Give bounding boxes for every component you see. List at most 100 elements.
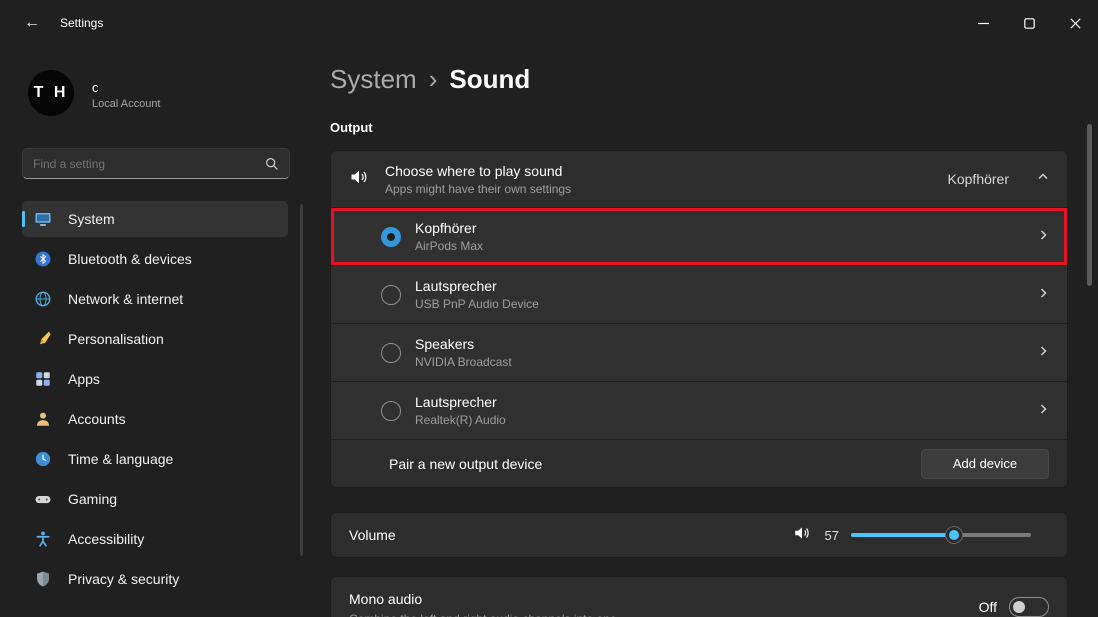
sidebar-item-label: Apps xyxy=(68,371,100,387)
sidebar-item-label: System xyxy=(68,211,115,227)
chevron-right-icon[interactable] xyxy=(1037,402,1049,420)
search-box[interactable] xyxy=(22,148,290,179)
sidebar-item-system[interactable]: System xyxy=(22,201,288,237)
sidebar-item-privacy-security[interactable]: Privacy & security xyxy=(22,561,288,597)
window-controls xyxy=(960,0,1098,46)
maximize-icon xyxy=(1024,18,1035,29)
back-button[interactable]: ← xyxy=(16,10,48,36)
minimize-button[interactable] xyxy=(960,0,1006,46)
accessibility-icon xyxy=(34,530,52,548)
mono-audio-controls: Off xyxy=(979,597,1049,617)
sidebar-item-time-language[interactable]: Time & language xyxy=(22,441,288,477)
chevron-right-icon[interactable] xyxy=(1037,228,1049,246)
radio-button[interactable] xyxy=(381,401,401,421)
device-row-speakers-nvidia[interactable]: Speakers NVIDIA Broadcast xyxy=(331,323,1067,381)
close-icon xyxy=(1070,18,1081,29)
output-card-group: Choose where to play sound Apps might ha… xyxy=(330,150,1068,488)
device-description: USB PnP Audio Device xyxy=(415,297,539,311)
device-text: Lautsprecher USB PnP Audio Device xyxy=(415,278,539,311)
breadcrumb-parent[interactable]: System xyxy=(330,64,417,95)
avatar[interactable]: T H xyxy=(28,70,74,116)
close-button[interactable] xyxy=(1052,0,1098,46)
accounts-icon xyxy=(34,410,52,428)
sidebar-item-label: Network & internet xyxy=(68,291,183,307)
device-description: AirPods Max xyxy=(415,239,483,253)
volume-slider-thumb[interactable] xyxy=(945,526,963,544)
device-description: Realtek(R) Audio xyxy=(415,413,506,427)
mono-audio-toggle[interactable] xyxy=(1009,597,1049,617)
sidebar-item-label: Gaming xyxy=(68,491,117,507)
output-title: Choose where to play sound xyxy=(385,163,571,179)
pair-device-label: Pair a new output device xyxy=(389,456,542,472)
sidebar-item-apps[interactable]: Apps xyxy=(22,361,288,397)
sidebar-item-bluetooth-devices[interactable]: Bluetooth & devices xyxy=(22,241,288,277)
speaker-icon xyxy=(349,167,369,192)
breadcrumb-separator: › xyxy=(429,64,438,95)
sidebar-item-label: Privacy & security xyxy=(68,571,179,587)
device-text: Kopfhörer AirPods Max xyxy=(415,220,483,253)
search-input[interactable] xyxy=(23,157,265,171)
mono-audio-label: Mono audio xyxy=(349,591,617,607)
chevron-up-icon[interactable] xyxy=(1037,170,1049,188)
pair-device-row: Pair a new output device Add device xyxy=(331,439,1067,487)
sidebar-item-label: Accounts xyxy=(68,411,126,427)
device-row-lautsprecher-usb[interactable]: Lautsprecher USB PnP Audio Device xyxy=(331,265,1067,323)
device-name: Kopfhörer xyxy=(415,220,483,236)
volume-label: Volume xyxy=(349,527,396,543)
volume-slider[interactable] xyxy=(851,526,1031,544)
mono-audio-subtitle: Combine the left and right audio channel… xyxy=(349,612,617,617)
user-account-type: Local Account xyxy=(92,98,161,110)
device-row-kopfhoerer-airpods[interactable]: Kopfhörer AirPods Max xyxy=(331,207,1067,265)
sidebar-item-label: Personalisation xyxy=(68,331,164,347)
volume-speaker-icon[interactable] xyxy=(793,524,811,547)
mono-audio-state: Off xyxy=(979,599,997,615)
volume-value: 57 xyxy=(821,528,839,543)
network-icon xyxy=(34,290,52,308)
user-name: c xyxy=(92,80,99,95)
section-label-output: Output xyxy=(330,120,373,135)
toggle-knob xyxy=(1013,601,1025,613)
device-row-lautsprecher-realtek[interactable]: Lautsprecher Realtek(R) Audio xyxy=(331,381,1067,439)
sidebar-item-label: Bluetooth & devices xyxy=(68,251,192,267)
device-name: Speakers xyxy=(415,336,512,352)
personalisation-icon xyxy=(34,330,52,348)
output-device-expander[interactable]: Choose where to play sound Apps might ha… xyxy=(331,151,1067,207)
bluetooth-icon xyxy=(34,250,52,268)
radio-button[interactable] xyxy=(381,343,401,363)
main-scrollbar[interactable] xyxy=(1087,124,1092,286)
gaming-icon xyxy=(34,490,52,508)
sidebar-nav: System Bluetooth & devices Network & int… xyxy=(22,201,288,601)
device-name: Lautsprecher xyxy=(415,278,539,294)
system-icon xyxy=(34,210,52,228)
sidebar-item-personalisation[interactable]: Personalisation xyxy=(22,321,288,357)
sidebar-item-network-internet[interactable]: Network & internet xyxy=(22,281,288,317)
sidebar-scrollbar[interactable] xyxy=(300,204,303,556)
minimize-icon xyxy=(978,18,989,29)
selected-indicator xyxy=(22,211,25,227)
sidebar-item-label: Accessibility xyxy=(68,531,144,547)
chevron-right-icon[interactable] xyxy=(1037,344,1049,362)
add-device-button[interactable]: Add device xyxy=(921,449,1049,479)
main-content: System › Sound Output Choose where to pl… xyxy=(320,46,1098,617)
sidebar: T H c Local Account System Bluetooth & d… xyxy=(0,46,320,617)
radio-button-selected[interactable] xyxy=(381,227,401,247)
sidebar-item-label: Time & language xyxy=(68,451,173,467)
titlebar: ← Settings xyxy=(0,0,1098,46)
maximize-button[interactable] xyxy=(1006,0,1052,46)
privacy-icon xyxy=(34,570,52,588)
chevron-right-icon[interactable] xyxy=(1037,286,1049,304)
device-name: Lautsprecher xyxy=(415,394,506,410)
output-subtitle: Apps might have their own settings xyxy=(385,182,571,196)
time-language-icon xyxy=(34,450,52,468)
sidebar-item-accessibility[interactable]: Accessibility xyxy=(22,521,288,557)
apps-icon xyxy=(34,370,52,388)
mono-audio-text: Mono audio Combine the left and right au… xyxy=(349,591,617,617)
page-title: Sound xyxy=(449,64,530,95)
search-icon xyxy=(265,157,289,171)
breadcrumb: System › Sound xyxy=(330,64,530,95)
output-header-text: Choose where to play sound Apps might ha… xyxy=(385,163,571,196)
radio-button[interactable] xyxy=(381,285,401,305)
sidebar-item-gaming[interactable]: Gaming xyxy=(22,481,288,517)
sidebar-item-accounts[interactable]: Accounts xyxy=(22,401,288,437)
selected-output-value: Kopfhörer xyxy=(948,171,1009,187)
